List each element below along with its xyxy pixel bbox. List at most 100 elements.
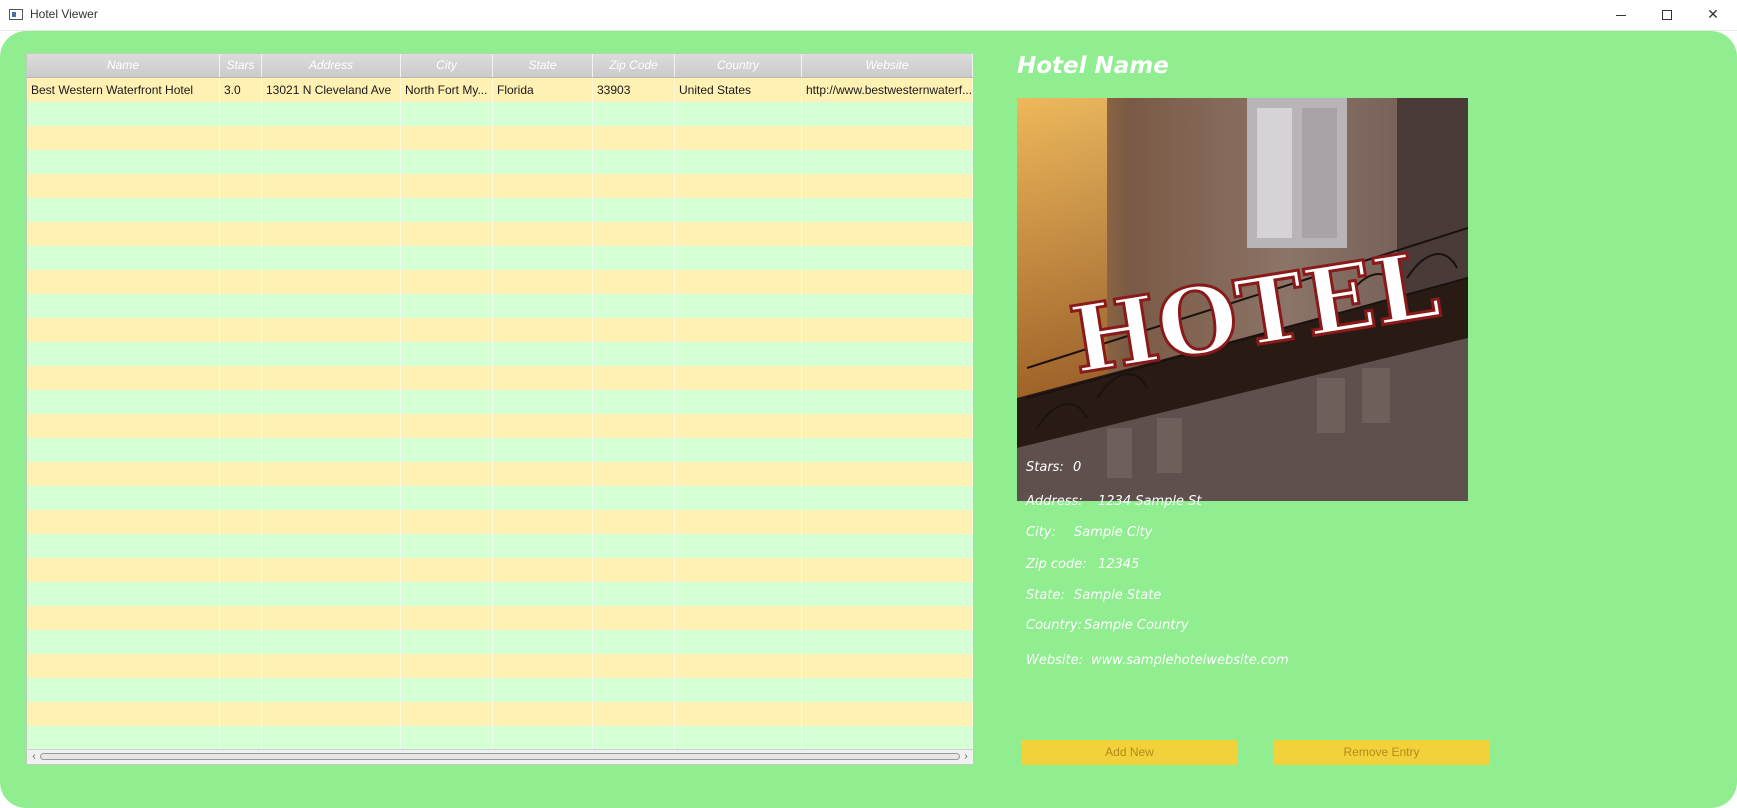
table-row-empty[interactable] <box>27 198 973 222</box>
table-row-empty[interactable] <box>27 558 973 582</box>
table-cell-empty <box>401 294 493 318</box>
table-cell-empty <box>802 198 973 222</box>
table-cell-empty <box>802 534 973 558</box>
table-row-empty[interactable] <box>27 366 973 390</box>
table-cell-empty <box>493 534 593 558</box>
table-cell-empty <box>401 654 493 678</box>
table-cell-empty <box>27 510 220 534</box>
table-cell-empty <box>401 726 493 750</box>
country-value: Sample Country <box>1084 618 1189 633</box>
table-cell-empty <box>262 534 401 558</box>
table-cell-empty <box>220 222 262 246</box>
column-header-name[interactable]: Name <box>27 54 220 77</box>
table-row-empty[interactable] <box>27 654 973 678</box>
table-row-empty[interactable] <box>27 582 973 606</box>
column-header-city[interactable]: City <box>401 54 493 77</box>
table-row[interactable]: Best Western Waterfront Hotel 3.0 13021 … <box>27 78 973 102</box>
hotel-table[interactable]: Name Stars Address City State Zip Code C… <box>26 53 974 765</box>
scroll-left-icon[interactable]: ‹ <box>27 750 41 764</box>
table-cell-empty <box>220 726 262 750</box>
table-row-empty[interactable] <box>27 702 973 726</box>
table-row-empty[interactable] <box>27 438 973 462</box>
table-cell-empty <box>593 246 675 270</box>
table-row-empty[interactable] <box>27 270 973 294</box>
table-row-empty[interactable] <box>27 150 973 174</box>
table-cell-empty <box>493 318 593 342</box>
minimize-button[interactable] <box>1598 0 1644 30</box>
table-row-empty[interactable] <box>27 726 973 750</box>
table-cell-empty <box>493 582 593 606</box>
table-cell-empty <box>493 270 593 294</box>
column-header-zip[interactable]: Zip Code <box>593 54 675 77</box>
table-cell-empty <box>802 126 973 150</box>
table-cell-empty <box>27 366 220 390</box>
table-body: Best Western Waterfront Hotel 3.0 13021 … <box>27 78 973 750</box>
add-new-button[interactable]: Add New <box>1021 740 1238 765</box>
table-row-empty[interactable] <box>27 342 973 366</box>
table-cell-empty <box>27 246 220 270</box>
table-cell-empty <box>401 270 493 294</box>
table-row-empty[interactable] <box>27 630 973 654</box>
table-row-empty[interactable] <box>27 678 973 702</box>
table-row-empty[interactable] <box>27 126 973 150</box>
table-row-empty[interactable] <box>27 510 973 534</box>
table-cell-empty <box>220 630 262 654</box>
table-cell-empty <box>262 198 401 222</box>
maximize-button[interactable] <box>1644 0 1690 30</box>
table-cell-empty <box>675 174 802 198</box>
column-header-country[interactable]: Country <box>675 54 802 77</box>
cell-zip: 33903 <box>593 78 675 102</box>
table-row-empty[interactable] <box>27 102 973 126</box>
table-row-empty[interactable] <box>27 174 973 198</box>
table-cell-empty <box>802 702 973 726</box>
table-cell-empty <box>401 534 493 558</box>
table-cell-empty <box>593 150 675 174</box>
table-cell-empty <box>675 342 802 366</box>
table-cell-empty <box>220 102 262 126</box>
table-cell-empty <box>220 558 262 582</box>
table-row-empty[interactable] <box>27 390 973 414</box>
table-cell-empty <box>262 558 401 582</box>
column-header-stars[interactable]: Stars <box>220 54 262 77</box>
table-row-empty[interactable] <box>27 462 973 486</box>
website-info: Website: www.samplehotelwebsite.com <box>1026 653 1289 668</box>
table-row-empty[interactable] <box>27 294 973 318</box>
table-row-empty[interactable] <box>27 486 973 510</box>
column-header-state[interactable]: State <box>493 54 593 77</box>
table-cell-empty <box>675 102 802 126</box>
table-cell-empty <box>220 702 262 726</box>
table-cell-empty <box>262 126 401 150</box>
table-row-empty[interactable] <box>27 246 973 270</box>
table-cell-empty <box>493 102 593 126</box>
table-cell-empty <box>401 678 493 702</box>
remove-entry-button[interactable]: Remove Entry <box>1273 740 1490 765</box>
table-cell-empty <box>493 558 593 582</box>
table-cell-empty <box>220 198 262 222</box>
table-cell-empty <box>401 150 493 174</box>
table-cell-empty <box>401 606 493 630</box>
table-cell-empty <box>401 510 493 534</box>
cell-website: http://www.bestwesternwaterf... <box>802 78 973 102</box>
table-row-empty[interactable] <box>27 414 973 438</box>
table-cell-empty <box>802 102 973 126</box>
table-cell-empty <box>593 174 675 198</box>
column-header-address[interactable]: Address <box>262 54 401 77</box>
table-cell-empty <box>262 270 401 294</box>
table-row-empty[interactable] <box>27 318 973 342</box>
close-button[interactable]: ✕ <box>1690 0 1736 30</box>
address-label: Address: <box>1026 494 1083 509</box>
table-cell-empty <box>27 678 220 702</box>
table-cell-empty <box>493 198 593 222</box>
table-cell-empty <box>802 318 973 342</box>
table-row-empty[interactable] <box>27 534 973 558</box>
horizontal-scrollbar[interactable]: ‹ › <box>27 749 973 764</box>
scroll-right-icon[interactable]: › <box>959 750 973 764</box>
table-cell-empty <box>27 702 220 726</box>
table-cell-empty <box>27 462 220 486</box>
scroll-thumb[interactable] <box>40 753 960 760</box>
column-header-website[interactable]: Website <box>802 54 973 77</box>
table-cell-empty <box>262 630 401 654</box>
table-row-empty[interactable] <box>27 606 973 630</box>
table-row-empty[interactable] <box>27 222 973 246</box>
table-cell-empty <box>593 678 675 702</box>
